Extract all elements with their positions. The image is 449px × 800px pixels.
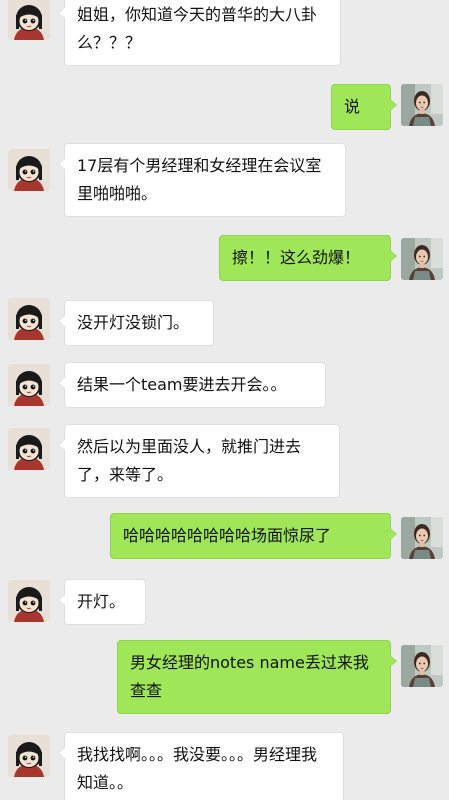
message-bubble[interactable]: 开灯。 xyxy=(58,579,146,625)
cartoon-girl-avatar-icon[interactable] xyxy=(8,364,50,406)
photo-woman-avatar-icon[interactable] xyxy=(401,238,443,280)
message-bubble[interactable]: 姐姐，你知道今天的普华的大八卦么？？？ xyxy=(58,0,341,66)
cartoon-girl-avatar-icon[interactable] xyxy=(8,580,50,622)
message-bubble[interactable]: 哈哈哈哈哈哈哈哈场面惊尿了 xyxy=(110,513,397,559)
message-bubble[interactable]: 结果一个team要进去开会。。 xyxy=(58,362,326,408)
cartoon-girl-avatar-icon[interactable] xyxy=(8,298,50,340)
cartoon-girl-avatar-icon[interactable] xyxy=(8,735,50,777)
cartoon-girl-avatar-icon[interactable] xyxy=(8,0,50,40)
message-bubble[interactable]: 然后以为里面没人，就推门进去了，来等了。 xyxy=(58,424,340,498)
message-bubble[interactable]: 17层有个男经理和女经理在会议室里啪啪啪。 xyxy=(58,143,346,217)
message-bubble[interactable]: 没开灯没锁门。 xyxy=(58,300,214,346)
cartoon-girl-avatar-icon[interactable] xyxy=(8,149,50,191)
photo-woman-avatar-icon[interactable] xyxy=(401,84,443,126)
photo-woman-avatar-icon[interactable] xyxy=(401,645,443,687)
message-bubble[interactable]: 男女经理的notes name丢过来我查查 xyxy=(117,640,397,714)
message-bubble[interactable]: 说 xyxy=(331,84,397,130)
message-bubble[interactable]: 擦！！这么劲爆！ xyxy=(219,235,397,281)
chat-area[interactable]: 姐姐，你知道今天的普华的大八卦么？？？ 说 17层有个男经理和女经理在会议室里啪… xyxy=(0,0,449,800)
photo-woman-avatar-icon[interactable] xyxy=(401,517,443,559)
message-bubble[interactable]: 我找找啊。。。我没要。。。男经理我知道。。 xyxy=(58,732,344,800)
cartoon-girl-avatar-icon[interactable] xyxy=(8,428,50,470)
